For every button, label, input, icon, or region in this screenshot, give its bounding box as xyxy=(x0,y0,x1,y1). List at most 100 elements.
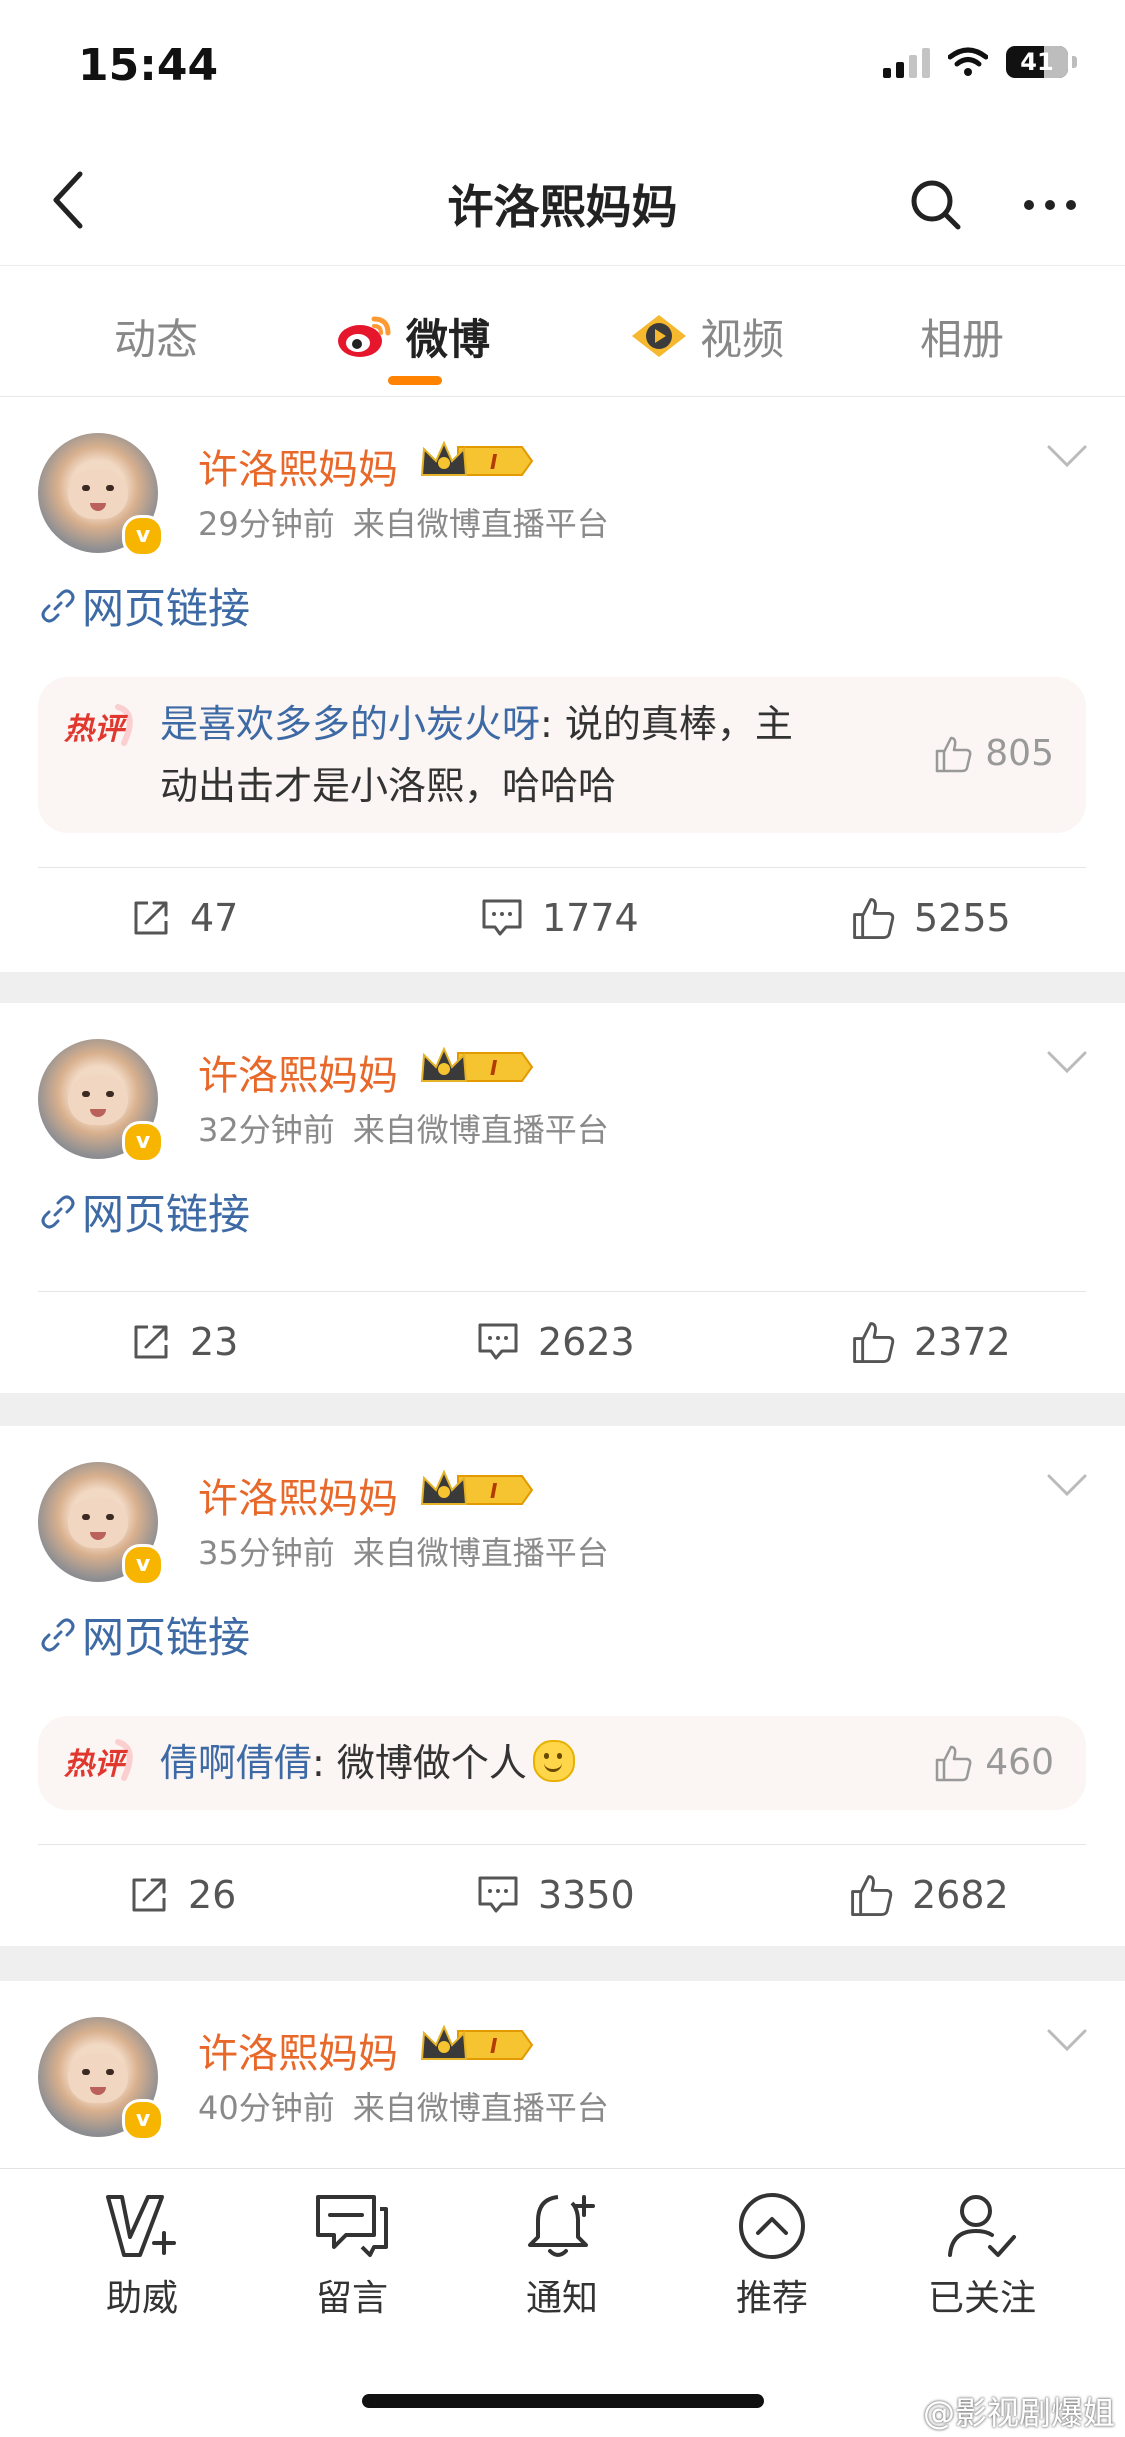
comment-count: 2623 xyxy=(538,1320,635,1364)
recommend-button[interactable]: 推荐 xyxy=(702,2191,842,2321)
post-source: 来自微博直播平台 xyxy=(352,1111,609,1149)
web-link[interactable]: 网页链接 xyxy=(40,1181,250,1242)
repost-count: 47 xyxy=(190,896,239,940)
recommend-icon xyxy=(739,2193,805,2259)
post-source: 来自微博直播平台 xyxy=(352,505,609,543)
link-icon xyxy=(41,1195,75,1228)
tab-label: 视频 xyxy=(700,314,785,364)
home-indicator[interactable] xyxy=(362,2394,764,2408)
member-crown-badge-icon: I xyxy=(420,1046,534,1082)
comment-like-button[interactable]: 805 xyxy=(933,733,1054,774)
verified-badge: v xyxy=(122,1121,164,1163)
member-crown-badge-icon: I xyxy=(420,1469,534,1505)
comment-text-line1: : 微博做个人 xyxy=(312,1741,527,1785)
tab-album[interactable]: 相册 xyxy=(920,306,1004,366)
member-level: I xyxy=(490,1479,498,1503)
support-icon xyxy=(106,2195,176,2257)
action-row: 47 1774 5255 xyxy=(0,868,1125,968)
hot-comment[interactable]: 热评 是喜欢多多的小炭火呀: 说的真棒，主 动出击才是小洛熙，哈哈哈 805 xyxy=(38,677,1086,833)
post-time: 29分钟前 xyxy=(198,505,335,543)
comment-like-count: 805 xyxy=(985,733,1054,774)
chevron-down-icon[interactable] xyxy=(1045,2025,1089,2055)
comment-button[interactable]: 1774 xyxy=(480,868,639,968)
svg-text:热评: 热评 xyxy=(63,1747,129,1782)
bottom-nav-label: 留言 xyxy=(315,2278,388,2319)
action-row: 23 2623 2372 xyxy=(0,1292,1125,1392)
comment-button[interactable]: 2623 xyxy=(476,1292,635,1392)
chevron-down-icon[interactable] xyxy=(1045,441,1089,471)
weibo-logo-icon xyxy=(338,316,391,357)
web-link-label: 网页链接 xyxy=(82,584,251,633)
watermark: @影视剧爆姐 xyxy=(922,2394,1115,2432)
video-channel-icon xyxy=(632,315,686,357)
tab-weibo[interactable]: 微博 xyxy=(336,306,490,366)
message-icon xyxy=(316,2195,388,2257)
followed-icon xyxy=(948,2195,1016,2257)
post-username[interactable]: 许洛熙妈妈 xyxy=(198,2021,398,2079)
status-time: 15:44 xyxy=(78,40,219,91)
share-icon xyxy=(132,1878,166,1912)
comment-button[interactable]: 3350 xyxy=(476,1845,635,1945)
post-username[interactable]: 许洛熙妈妈 xyxy=(198,437,398,495)
battery-level: 41 xyxy=(1020,48,1054,76)
repost-button[interactable]: 26 xyxy=(128,1845,236,1945)
like-count: 2372 xyxy=(914,1320,1011,1364)
profile-tabs: 动态 微博 视频 相册 xyxy=(0,265,1125,397)
search-icon xyxy=(911,180,961,230)
smile-emoji-icon xyxy=(532,1740,575,1782)
svg-text:热评: 热评 xyxy=(63,712,129,747)
tab-label: 相册 xyxy=(920,314,1005,364)
active-tab-indicator xyxy=(388,376,442,385)
like-button[interactable]: 2372 xyxy=(850,1292,1011,1392)
battery-icon: 41 xyxy=(1006,46,1068,78)
comment-username[interactable]: 倩啊倩倩 xyxy=(160,1741,312,1785)
like-count: 2682 xyxy=(912,1873,1009,1917)
member-level: I xyxy=(490,2034,498,2058)
chevron-down-icon[interactable] xyxy=(1045,1047,1089,1077)
link-icon xyxy=(41,1618,75,1651)
web-link[interactable]: 网页链接 xyxy=(40,575,250,636)
web-link-label: 网页链接 xyxy=(82,1613,251,1662)
web-link[interactable]: 网页链接 xyxy=(40,1604,250,1665)
post-username[interactable]: 许洛熙妈妈 xyxy=(198,1466,398,1524)
post-time: 35分钟前 xyxy=(198,1534,335,1572)
like-button[interactable]: 5255 xyxy=(850,868,1011,968)
member-crown-badge-icon: I xyxy=(420,2024,534,2060)
post-meta: 35分钟前 来自微博直播平台 xyxy=(198,1528,609,1574)
chevron-down-icon[interactable] xyxy=(1045,1470,1089,1500)
web-link-label: 网页链接 xyxy=(82,1190,251,1239)
post-source: 来自微博直播平台 xyxy=(352,2089,609,2127)
like-button[interactable]: 2682 xyxy=(848,1845,1009,1945)
post-card: v 许洛熙妈妈 I 32分钟前 来自微博直播平台 网页链接 23 2623 23… xyxy=(0,1003,1125,1393)
post-meta: 29分钟前 来自微博直播平台 xyxy=(198,499,609,545)
post-card: v 许洛熙妈妈 I 40分钟前 来自微博直播平台 xyxy=(0,1981,1125,2181)
followed-button[interactable]: 已关注 xyxy=(912,2191,1052,2321)
repost-button[interactable]: 47 xyxy=(130,868,238,968)
bell-icon xyxy=(528,2195,595,2257)
thumbs-up-icon xyxy=(851,1875,893,1916)
tab-dynamic[interactable]: 动态 xyxy=(114,306,198,366)
message-button[interactable]: 留言 xyxy=(282,2191,422,2321)
post-card: v 许洛熙妈妈 I 35分钟前 来自微博直播平台 网页链接 热评 倩啊倩倩: 微博… xyxy=(0,1426,1125,1946)
action-row: 26 3350 2682 xyxy=(0,1845,1125,1945)
share-icon xyxy=(134,901,168,935)
repost-count: 23 xyxy=(190,1320,239,1364)
search-button[interactable] xyxy=(896,165,976,245)
post-time: 40分钟前 xyxy=(198,2089,335,2127)
more-dots-icon xyxy=(1024,200,1076,210)
notify-button[interactable]: 通知 xyxy=(492,2191,632,2321)
repost-count: 26 xyxy=(188,1873,237,1917)
tab-label: 微博 xyxy=(406,314,491,364)
bottom-nav-label: 推荐 xyxy=(735,2278,808,2319)
hot-comment-text: 是喜欢多多的小炭火呀: 说的真棒，主 动出击才是小洛熙，哈哈哈 xyxy=(160,693,860,817)
comment-like-button[interactable]: 460 xyxy=(933,1742,1054,1783)
comment-username[interactable]: 是喜欢多多的小炭火呀 xyxy=(160,702,540,746)
more-button[interactable] xyxy=(1010,165,1090,245)
comment-icon xyxy=(478,1323,518,1360)
repost-button[interactable]: 23 xyxy=(130,1292,238,1392)
hot-comment[interactable]: 热评 倩啊倩倩: 微博做个人 460 xyxy=(38,1716,1086,1810)
support-button[interactable]: 助威 xyxy=(72,2191,212,2321)
tab-video[interactable]: 视频 xyxy=(630,306,784,366)
post-username[interactable]: 许洛熙妈妈 xyxy=(198,1043,398,1101)
share-icon xyxy=(134,1325,168,1359)
